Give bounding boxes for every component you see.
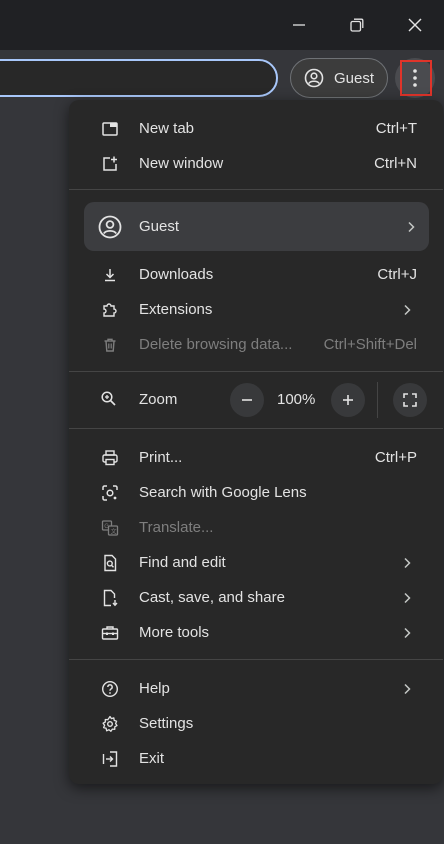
minus-icon <box>242 399 252 401</box>
zoom-icon <box>100 390 118 408</box>
menu-item-translate[interactable]: G文 Translate... <box>69 510 443 545</box>
menu-item-cast-save-share[interactable]: Cast, save, and share <box>69 580 443 615</box>
find-in-page-icon <box>100 553 120 573</box>
menu-item-print[interactable]: Print... Ctrl+P <box>69 440 443 475</box>
menu-label: Search with Google Lens <box>139 484 307 501</box>
menu-separator <box>69 428 443 429</box>
restore-button[interactable] <box>340 8 374 42</box>
chevron-right-icon <box>403 591 413 605</box>
menu-label: Delete browsing data... <box>139 336 293 353</box>
exit-icon <box>100 749 120 769</box>
menu-item-delete-browsing-data[interactable]: Delete browsing data... Ctrl+Shift+Del <box>69 327 443 362</box>
menu-label: Settings <box>139 715 194 732</box>
menu-shortcut: Ctrl+P <box>374 449 417 466</box>
chevron-right-icon <box>403 626 413 640</box>
menu-label: Zoom <box>139 391 178 408</box>
download-icon <box>100 265 120 285</box>
menu-label: Exit <box>139 750 165 767</box>
menu-item-new-tab[interactable]: New tab Ctrl+T <box>69 111 443 146</box>
menu-shortcut: Ctrl+T <box>375 120 417 137</box>
menu-shortcut: Ctrl+N <box>374 155 417 172</box>
menu-label: More tools <box>139 624 210 641</box>
menu-label: Guest <box>139 218 180 235</box>
menu-label: Print... <box>139 449 183 466</box>
google-lens-icon <box>100 483 120 503</box>
svg-text:G: G <box>104 524 109 530</box>
menu-label: New window <box>139 155 224 172</box>
extension-puzzle-icon <box>100 300 120 320</box>
menu-label: New tab <box>139 120 195 137</box>
account-circle-icon <box>98 215 122 239</box>
menu-label: Help <box>139 680 170 697</box>
fullscreen-button[interactable] <box>393 383 427 417</box>
printer-icon <box>100 448 120 468</box>
menu-item-extensions[interactable]: Extensions <box>69 292 443 327</box>
close-window-button[interactable] <box>398 8 432 42</box>
translate-icon: G文 <box>100 518 120 538</box>
menu-label: Downloads <box>139 266 214 283</box>
chevron-right-icon <box>403 556 413 570</box>
minimize-button[interactable] <box>282 8 316 42</box>
menu-label: Find and edit <box>139 554 226 571</box>
menu-item-settings[interactable]: Settings <box>69 706 443 741</box>
svg-text:文: 文 <box>111 527 117 535</box>
address-bar[interactable] <box>0 59 278 97</box>
menu-label: Extensions <box>139 301 213 318</box>
chrome-main-menu: New tab Ctrl+T New window Ctrl+N Guest D… <box>69 100 443 784</box>
menu-item-profile[interactable]: Guest <box>84 202 429 251</box>
menu-shortcut: Ctrl+Shift+Del <box>323 336 417 353</box>
help-icon <box>100 679 120 699</box>
menu-separator <box>69 189 443 190</box>
zoom-in-button[interactable] <box>331 383 365 417</box>
zoom-out-button[interactable] <box>230 383 264 417</box>
menu-separator <box>69 659 443 660</box>
chevron-right-icon <box>403 303 413 317</box>
menu-item-new-window[interactable]: New window Ctrl+N <box>69 146 443 181</box>
plus-icon <box>343 395 353 405</box>
gear-icon <box>100 714 120 734</box>
menu-item-help[interactable]: Help <box>69 671 443 706</box>
chevron-right-icon <box>407 221 415 233</box>
fullscreen-icon <box>403 393 417 407</box>
restore-icon <box>350 18 364 32</box>
menu-item-downloads[interactable]: Downloads Ctrl+J <box>69 257 443 292</box>
profile-label: Guest <box>334 69 375 87</box>
menu-label: Translate... <box>139 519 214 536</box>
menu-separator <box>69 371 443 372</box>
new-window-icon <box>100 154 120 174</box>
zoom-divider <box>377 382 378 418</box>
menu-item-more-tools[interactable]: More tools <box>69 615 443 650</box>
menu-label: Cast, save, and share <box>139 589 285 606</box>
toolbox-icon <box>100 623 120 643</box>
profile-button[interactable]: Guest <box>290 58 388 98</box>
file-save-icon <box>100 588 120 608</box>
zoom-level: 100% <box>277 391 316 408</box>
close-icon <box>408 18 422 32</box>
new-tab-icon <box>100 119 120 139</box>
title-bar <box>0 0 444 50</box>
chevron-right-icon <box>403 682 413 696</box>
zoom-row: Zoom 100% <box>69 382 443 418</box>
menu-item-google-lens[interactable]: Search with Google Lens <box>69 475 443 510</box>
minimize-icon <box>293 24 305 26</box>
menu-item-exit[interactable]: Exit <box>69 741 443 776</box>
highlight-box <box>400 60 432 96</box>
menu-shortcut: Ctrl+J <box>377 266 417 283</box>
account-circle-icon <box>304 68 324 88</box>
trash-icon <box>100 335 120 355</box>
menu-item-find-and-edit[interactable]: Find and edit <box>69 545 443 580</box>
